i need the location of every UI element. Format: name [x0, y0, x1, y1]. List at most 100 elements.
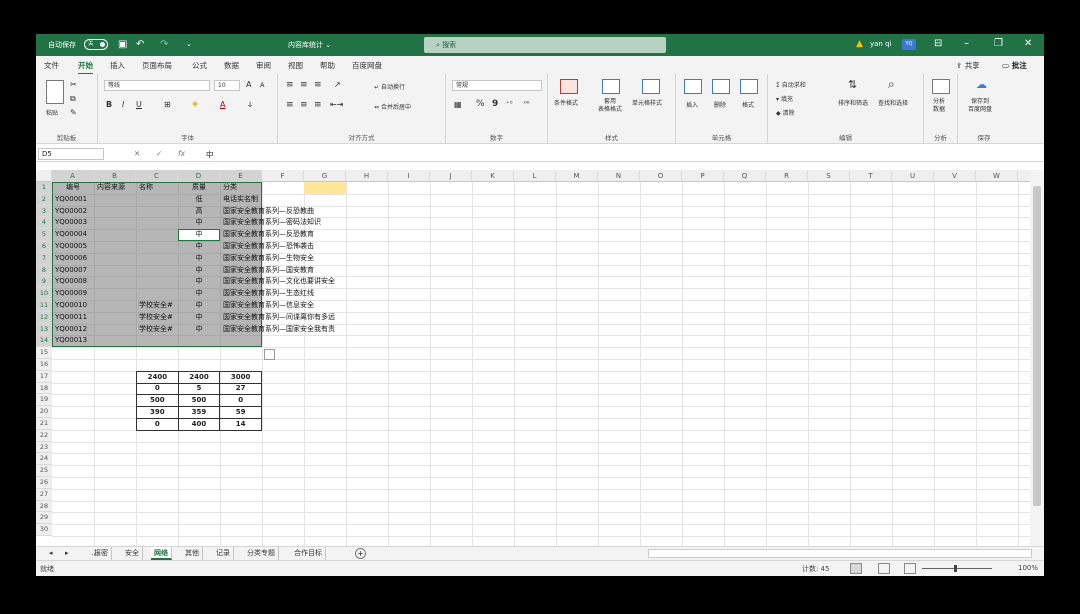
column-header-s[interactable]: S	[808, 170, 850, 182]
id-cell[interactable]: YQ00007	[55, 265, 87, 277]
column-header-n[interactable]: N	[598, 170, 640, 182]
id-cell[interactable]: YQ00008	[55, 276, 87, 288]
row-header-15[interactable]: 15	[36, 347, 52, 359]
category-cell[interactable]: 国家安全教育系列—反恐教曲	[223, 206, 314, 218]
row-header-26[interactable]: 26	[36, 477, 52, 489]
underline-button[interactable]: U	[136, 100, 142, 109]
id-cell[interactable]: YQ00010	[55, 300, 87, 312]
column-header-t[interactable]: T	[850, 170, 892, 182]
category-cell[interactable]: 国家安全教育系列—国家安全我有责	[223, 324, 335, 336]
save-icon[interactable]: ▣	[118, 39, 127, 50]
analyze-data-icon[interactable]	[932, 79, 950, 94]
autosave-toggle[interactable]: 关	[84, 39, 108, 50]
column-header-a[interactable]: A	[52, 170, 94, 182]
row-header-25[interactable]: 25	[36, 465, 52, 477]
align-center-icon[interactable]: ≡	[300, 100, 308, 110]
row-header-6[interactable]: 6	[36, 241, 52, 253]
sheet-tab-active[interactable]: 网络	[151, 547, 172, 560]
comments-button[interactable]: ▭ 批注	[1002, 60, 1027, 71]
tab-formulas[interactable]: 公式	[192, 60, 207, 71]
column-header-r[interactable]: R	[766, 170, 808, 182]
add-sheet-icon[interactable]: +	[355, 548, 366, 559]
document-title[interactable]: 内容库统计 ⌄	[288, 40, 331, 50]
category-cell[interactable]: 国家安全教育系列—恐怖袭击	[223, 241, 314, 253]
row-header-20[interactable]: 20	[36, 406, 52, 418]
row-header-16[interactable]: 16	[36, 359, 52, 371]
header-cell-d[interactable]: 质量	[178, 182, 220, 194]
cell-styles-label[interactable]: 单元格样式	[632, 98, 662, 107]
column-header-w[interactable]: W	[976, 170, 1018, 182]
category-cell[interactable]: 国家安全教育系列—间谍离你有多远	[223, 312, 335, 324]
scroll-thumb[interactable]	[1033, 186, 1041, 506]
numeric-cell[interactable]: 5	[177, 382, 221, 396]
baidu-cloud-icon[interactable]: ☁	[976, 78, 987, 91]
format-as-table-icon[interactable]	[602, 79, 620, 94]
format-painter-icon[interactable]: ✎	[70, 108, 77, 117]
shrink-font-button[interactable]: A	[260, 81, 264, 89]
tab-baidu-netdisk[interactable]: 百度网盘	[352, 60, 382, 71]
align-bottom-icon[interactable]: ≡	[314, 80, 322, 90]
header-cell-c[interactable]: 名称	[139, 182, 153, 194]
category-cell[interactable]: 国家安全教育系列—生态红线	[223, 288, 314, 300]
page-break-view-icon[interactable]	[904, 563, 916, 574]
quality-cell[interactable]: 高	[178, 206, 220, 218]
analyze-data-label[interactable]: 分析 数据	[933, 98, 945, 114]
customize-toolbar-icon[interactable]: ⌄	[186, 39, 192, 50]
insert-cells-icon[interactable]	[684, 79, 702, 94]
save-to-baidu-label[interactable]: 保存到 百度网盘	[968, 98, 992, 114]
search-box[interactable]: ⌕ 搜索	[424, 37, 666, 53]
column-header-k[interactable]: K	[472, 170, 514, 182]
column-header-i[interactable]: I	[388, 170, 430, 182]
id-cell[interactable]: YQ00012	[55, 324, 87, 336]
sheet-tab[interactable]: 报密	[91, 547, 112, 560]
number-format-select[interactable]: 常规	[452, 80, 542, 91]
row-header-4[interactable]: 4	[36, 217, 52, 230]
row-header-7[interactable]: 7	[36, 252, 52, 265]
worksheet-grid[interactable]: ABCDEFGHIJKLMNOPQRSTUVW 1 2 3 4 5 6 7 8 9 10 11 12 1…	[36, 170, 1030, 546]
quality-cell[interactable]: 中	[178, 324, 220, 336]
next-sheet-icon[interactable]: ▸	[62, 547, 72, 560]
numeric-cell[interactable]: 500	[177, 394, 221, 408]
id-cell[interactable]: YQ00001	[55, 194, 87, 206]
row-header-9[interactable]: 9	[36, 276, 52, 289]
borders-icon[interactable]: ⊞	[164, 100, 171, 109]
zoom-level[interactable]: 100%	[1018, 564, 1038, 572]
page-layout-view-icon[interactable]	[878, 563, 890, 574]
row-header-12[interactable]: 12	[36, 311, 52, 324]
column-header-d[interactable]: D	[178, 170, 220, 182]
undo-icon[interactable]: ↶	[136, 39, 144, 50]
horizontal-scrollbar[interactable]	[648, 549, 1032, 558]
id-cell[interactable]: YQ00002	[55, 206, 87, 218]
id-cell[interactable]: YQ00006	[55, 253, 87, 265]
numeric-cell[interactable]: 400	[177, 417, 221, 431]
phonetic-icon[interactable]: ↆ	[248, 100, 252, 110]
category-cell[interactable]: 电话实名制	[223, 194, 258, 206]
category-cell[interactable]: 国家安全教育系列—反恐教育	[223, 229, 314, 241]
name-box[interactable]: D5	[38, 148, 104, 160]
sheet-tab[interactable]: 记录	[213, 547, 234, 560]
numeric-cell[interactable]: 359	[177, 406, 221, 419]
grow-font-button[interactable]: A	[246, 80, 251, 89]
numeric-cell[interactable]: 0	[136, 382, 179, 396]
redo-icon[interactable]: ↷	[160, 39, 168, 50]
row-header-13[interactable]: 13	[36, 323, 52, 336]
id-cell[interactable]: YQ00011	[55, 312, 87, 324]
header-cell-b[interactable]: 内容来源	[97, 182, 125, 194]
zoom-slider[interactable]	[922, 565, 992, 572]
highlighted-cell-g1[interactable]	[304, 182, 346, 194]
select-all-corner[interactable]	[36, 170, 52, 182]
category-cell[interactable]: 国家安全教育系列—生物安全	[223, 253, 314, 265]
align-left-icon[interactable]: ≡	[286, 100, 294, 110]
row-header-23[interactable]: 23	[36, 441, 52, 454]
insert-cells-label[interactable]: 插入	[686, 100, 698, 109]
id-cell[interactable]: YQ00005	[55, 241, 87, 253]
conditional-format-label[interactable]: 条件格式	[554, 98, 578, 107]
sheet-tab[interactable]: 其他	[182, 547, 203, 560]
row-header-8[interactable]: 8	[36, 264, 52, 277]
avatar[interactable]: YQ	[902, 39, 916, 50]
sort-filter-icon[interactable]: ⇅	[848, 78, 857, 91]
comma-button[interactable]: 9	[492, 99, 498, 109]
row-header-17[interactable]: 17	[36, 370, 52, 383]
category-cell[interactable]: 国家安全教育系列—文化也要讲安全	[223, 276, 335, 288]
numeric-cell[interactable]: 14	[219, 417, 262, 431]
